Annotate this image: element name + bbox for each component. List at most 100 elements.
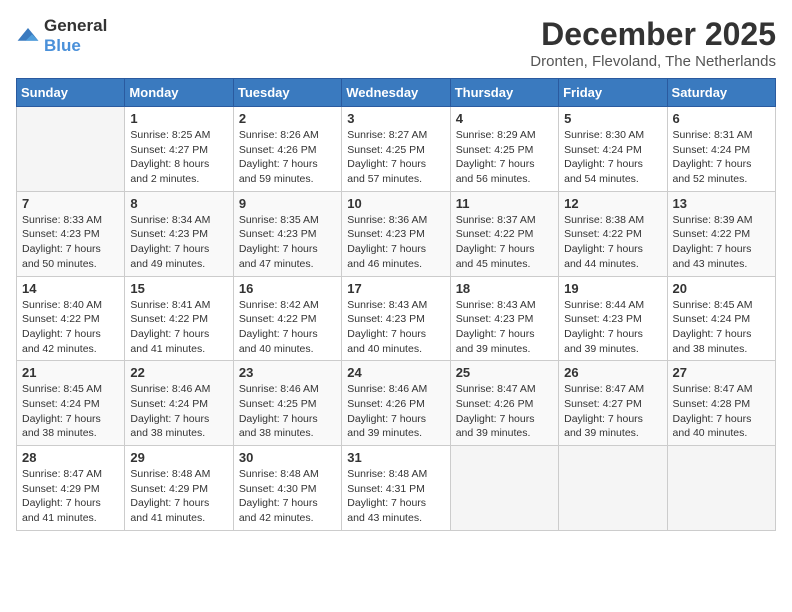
cell-info: Sunrise: 8:41 AMSunset: 4:22 PMDaylight:… xyxy=(130,298,227,357)
cell-info: Sunrise: 8:47 AMSunset: 4:28 PMDaylight:… xyxy=(673,382,770,441)
calendar-cell: 27 Sunrise: 8:47 AMSunset: 4:28 PMDayligh… xyxy=(667,361,775,446)
logo-blue: Blue xyxy=(44,36,81,55)
weekday-header-monday: Monday xyxy=(125,79,233,107)
calendar-cell: 31 Sunrise: 8:48 AMSunset: 4:31 PMDayligh… xyxy=(342,446,450,531)
cell-info: Sunrise: 8:40 AMSunset: 4:22 PMDaylight:… xyxy=(22,298,119,357)
cell-info: Sunrise: 8:48 AMSunset: 4:31 PMDaylight:… xyxy=(347,467,444,526)
calendar-body: 1 Sunrise: 8:25 AMSunset: 4:27 PMDaylight… xyxy=(17,107,776,531)
cell-info: Sunrise: 8:39 AMSunset: 4:22 PMDaylight:… xyxy=(673,213,770,272)
calendar-cell: 4 Sunrise: 8:29 AMSunset: 4:25 PMDaylight… xyxy=(450,107,558,192)
weekday-header-thursday: Thursday xyxy=(450,79,558,107)
calendar-cell: 16Sunrise: 8:42 AMSunset: 4:22 PMDayligh… xyxy=(233,276,341,361)
cell-info: Sunrise: 8:44 AMSunset: 4:23 PMDaylight:… xyxy=(564,298,661,357)
cell-info: Sunrise: 8:33 AMSunset: 4:23 PMDaylight:… xyxy=(22,213,119,272)
calendar-cell: 25 Sunrise: 8:47 AMSunset: 4:26 PMDayligh… xyxy=(450,361,558,446)
logo-icon xyxy=(16,26,40,46)
day-number: 17 xyxy=(347,281,444,296)
day-number: 26 xyxy=(564,365,661,380)
cell-info: Sunrise: 8:27 AMSunset: 4:25 PMDaylight:… xyxy=(347,128,444,187)
weekday-header-saturday: Saturday xyxy=(667,79,775,107)
calendar-cell xyxy=(450,446,558,531)
day-number: 6 xyxy=(673,111,770,126)
day-number: 31 xyxy=(347,450,444,465)
day-number: 25 xyxy=(456,365,553,380)
day-number: 19 xyxy=(564,281,661,296)
calendar-cell: 21Sunrise: 8:45 AMSunset: 4:24 PMDayligh… xyxy=(17,361,125,446)
cell-info: Sunrise: 8:43 AMSunset: 4:23 PMDaylight:… xyxy=(347,298,444,357)
day-number: 20 xyxy=(673,281,770,296)
calendar-cell xyxy=(667,446,775,531)
cell-info: Sunrise: 8:47 AMSunset: 4:26 PMDaylight:… xyxy=(456,382,553,441)
cell-info: Sunrise: 8:43 AMSunset: 4:23 PMDaylight:… xyxy=(456,298,553,357)
day-number: 14 xyxy=(22,281,119,296)
calendar-cell: 22 Sunrise: 8:46 AMSunset: 4:24 PMDayligh… xyxy=(125,361,233,446)
calendar-cell: 3 Sunrise: 8:27 AMSunset: 4:25 PMDaylight… xyxy=(342,107,450,192)
cell-info: Sunrise: 8:26 AMSunset: 4:26 PMDaylight:… xyxy=(239,128,336,187)
cell-info: Sunrise: 8:48 AMSunset: 4:29 PMDaylight:… xyxy=(130,467,227,526)
day-number: 12 xyxy=(564,196,661,211)
calendar-cell: 9Sunrise: 8:35 AMSunset: 4:23 PMDaylight… xyxy=(233,191,341,276)
day-number: 2 xyxy=(239,111,336,126)
title-area: December 2025 Dronten, Flevoland, The Ne… xyxy=(530,16,776,70)
cell-info: Sunrise: 8:25 AMSunset: 4:27 PMDaylight:… xyxy=(130,128,227,187)
calendar-cell xyxy=(559,446,667,531)
logo-general: General xyxy=(44,16,107,35)
calendar-cell: 26 Sunrise: 8:47 AMSunset: 4:27 PMDayligh… xyxy=(559,361,667,446)
calendar-cell: 17 Sunrise: 8:43 AMSunset: 4:23 PMDayligh… xyxy=(342,276,450,361)
calendar-cell: 5 Sunrise: 8:30 AMSunset: 4:24 PMDaylight… xyxy=(559,107,667,192)
day-number: 23 xyxy=(239,365,336,380)
day-number: 5 xyxy=(564,111,661,126)
logo: General Blue xyxy=(16,16,107,56)
weekday-header-wednesday: Wednesday xyxy=(342,79,450,107)
calendar-cell: 28 Sunrise: 8:47 AMSunset: 4:29 PMDayligh… xyxy=(17,446,125,531)
page-header: General Blue December 2025 Dronten, Flev… xyxy=(16,16,776,70)
calendar-cell: 30Sunrise: 8:48 AMSunset: 4:30 PMDayligh… xyxy=(233,446,341,531)
day-number: 3 xyxy=(347,111,444,126)
calendar-cell: 29 Sunrise: 8:48 AMSunset: 4:29 PMDayligh… xyxy=(125,446,233,531)
cell-info: Sunrise: 8:42 AMSunset: 4:22 PMDaylight:… xyxy=(239,298,336,357)
calendar-cell: 20Sunrise: 8:45 AMSunset: 4:24 PMDayligh… xyxy=(667,276,775,361)
week-row-3: 14 Sunrise: 8:40 AMSunset: 4:22 PMDayligh… xyxy=(17,276,776,361)
cell-info: Sunrise: 8:34 AMSunset: 4:23 PMDaylight:… xyxy=(130,213,227,272)
cell-info: Sunrise: 8:46 AMSunset: 4:25 PMDaylight:… xyxy=(239,382,336,441)
calendar-cell: 13 Sunrise: 8:39 AMSunset: 4:22 PMDayligh… xyxy=(667,191,775,276)
calendar-cell: 23 Sunrise: 8:46 AMSunset: 4:25 PMDayligh… xyxy=(233,361,341,446)
cell-info: Sunrise: 8:45 AMSunset: 4:24 PMDaylight:… xyxy=(22,382,119,441)
cell-info: Sunrise: 8:30 AMSunset: 4:24 PMDaylight:… xyxy=(564,128,661,187)
day-number: 27 xyxy=(673,365,770,380)
day-number: 13 xyxy=(673,196,770,211)
day-number: 7 xyxy=(22,196,119,211)
cell-info: Sunrise: 8:47 AMSunset: 4:27 PMDaylight:… xyxy=(564,382,661,441)
week-row-5: 28 Sunrise: 8:47 AMSunset: 4:29 PMDayligh… xyxy=(17,446,776,531)
week-row-2: 7 Sunrise: 8:33 AMSunset: 4:23 PMDaylight… xyxy=(17,191,776,276)
cell-info: Sunrise: 8:46 AMSunset: 4:26 PMDaylight:… xyxy=(347,382,444,441)
cell-info: Sunrise: 8:29 AMSunset: 4:25 PMDaylight:… xyxy=(456,128,553,187)
calendar-cell xyxy=(17,107,125,192)
day-number: 4 xyxy=(456,111,553,126)
cell-info: Sunrise: 8:36 AMSunset: 4:23 PMDaylight:… xyxy=(347,213,444,272)
calendar-cell: 19 Sunrise: 8:44 AMSunset: 4:23 PMDayligh… xyxy=(559,276,667,361)
day-number: 28 xyxy=(22,450,119,465)
day-number: 24 xyxy=(347,365,444,380)
day-number: 22 xyxy=(130,365,227,380)
calendar-cell: 2 Sunrise: 8:26 AMSunset: 4:26 PMDaylight… xyxy=(233,107,341,192)
cell-info: Sunrise: 8:47 AMSunset: 4:29 PMDaylight:… xyxy=(22,467,119,526)
calendar-cell: 6Sunrise: 8:31 AMSunset: 4:24 PMDaylight… xyxy=(667,107,775,192)
day-number: 8 xyxy=(130,196,227,211)
month-title: December 2025 xyxy=(530,16,776,53)
cell-info: Sunrise: 8:46 AMSunset: 4:24 PMDaylight:… xyxy=(130,382,227,441)
calendar-cell: 12Sunrise: 8:38 AMSunset: 4:22 PMDayligh… xyxy=(559,191,667,276)
calendar-cell: 15Sunrise: 8:41 AMSunset: 4:22 PMDayligh… xyxy=(125,276,233,361)
location-title: Dronten, Flevoland, The Netherlands xyxy=(530,53,776,70)
cell-info: Sunrise: 8:35 AMSunset: 4:23 PMDaylight:… xyxy=(239,213,336,272)
day-number: 11 xyxy=(456,196,553,211)
calendar-cell: 24 Sunrise: 8:46 AMSunset: 4:26 PMDayligh… xyxy=(342,361,450,446)
weekday-header-row: SundayMondayTuesdayWednesdayThursdayFrid… xyxy=(17,79,776,107)
week-row-1: 1 Sunrise: 8:25 AMSunset: 4:27 PMDaylight… xyxy=(17,107,776,192)
day-number: 1 xyxy=(130,111,227,126)
calendar-cell: 18Sunrise: 8:43 AMSunset: 4:23 PMDayligh… xyxy=(450,276,558,361)
week-row-4: 21Sunrise: 8:45 AMSunset: 4:24 PMDayligh… xyxy=(17,361,776,446)
day-number: 10 xyxy=(347,196,444,211)
calendar-cell: 11Sunrise: 8:37 AMSunset: 4:22 PMDayligh… xyxy=(450,191,558,276)
day-number: 29 xyxy=(130,450,227,465)
